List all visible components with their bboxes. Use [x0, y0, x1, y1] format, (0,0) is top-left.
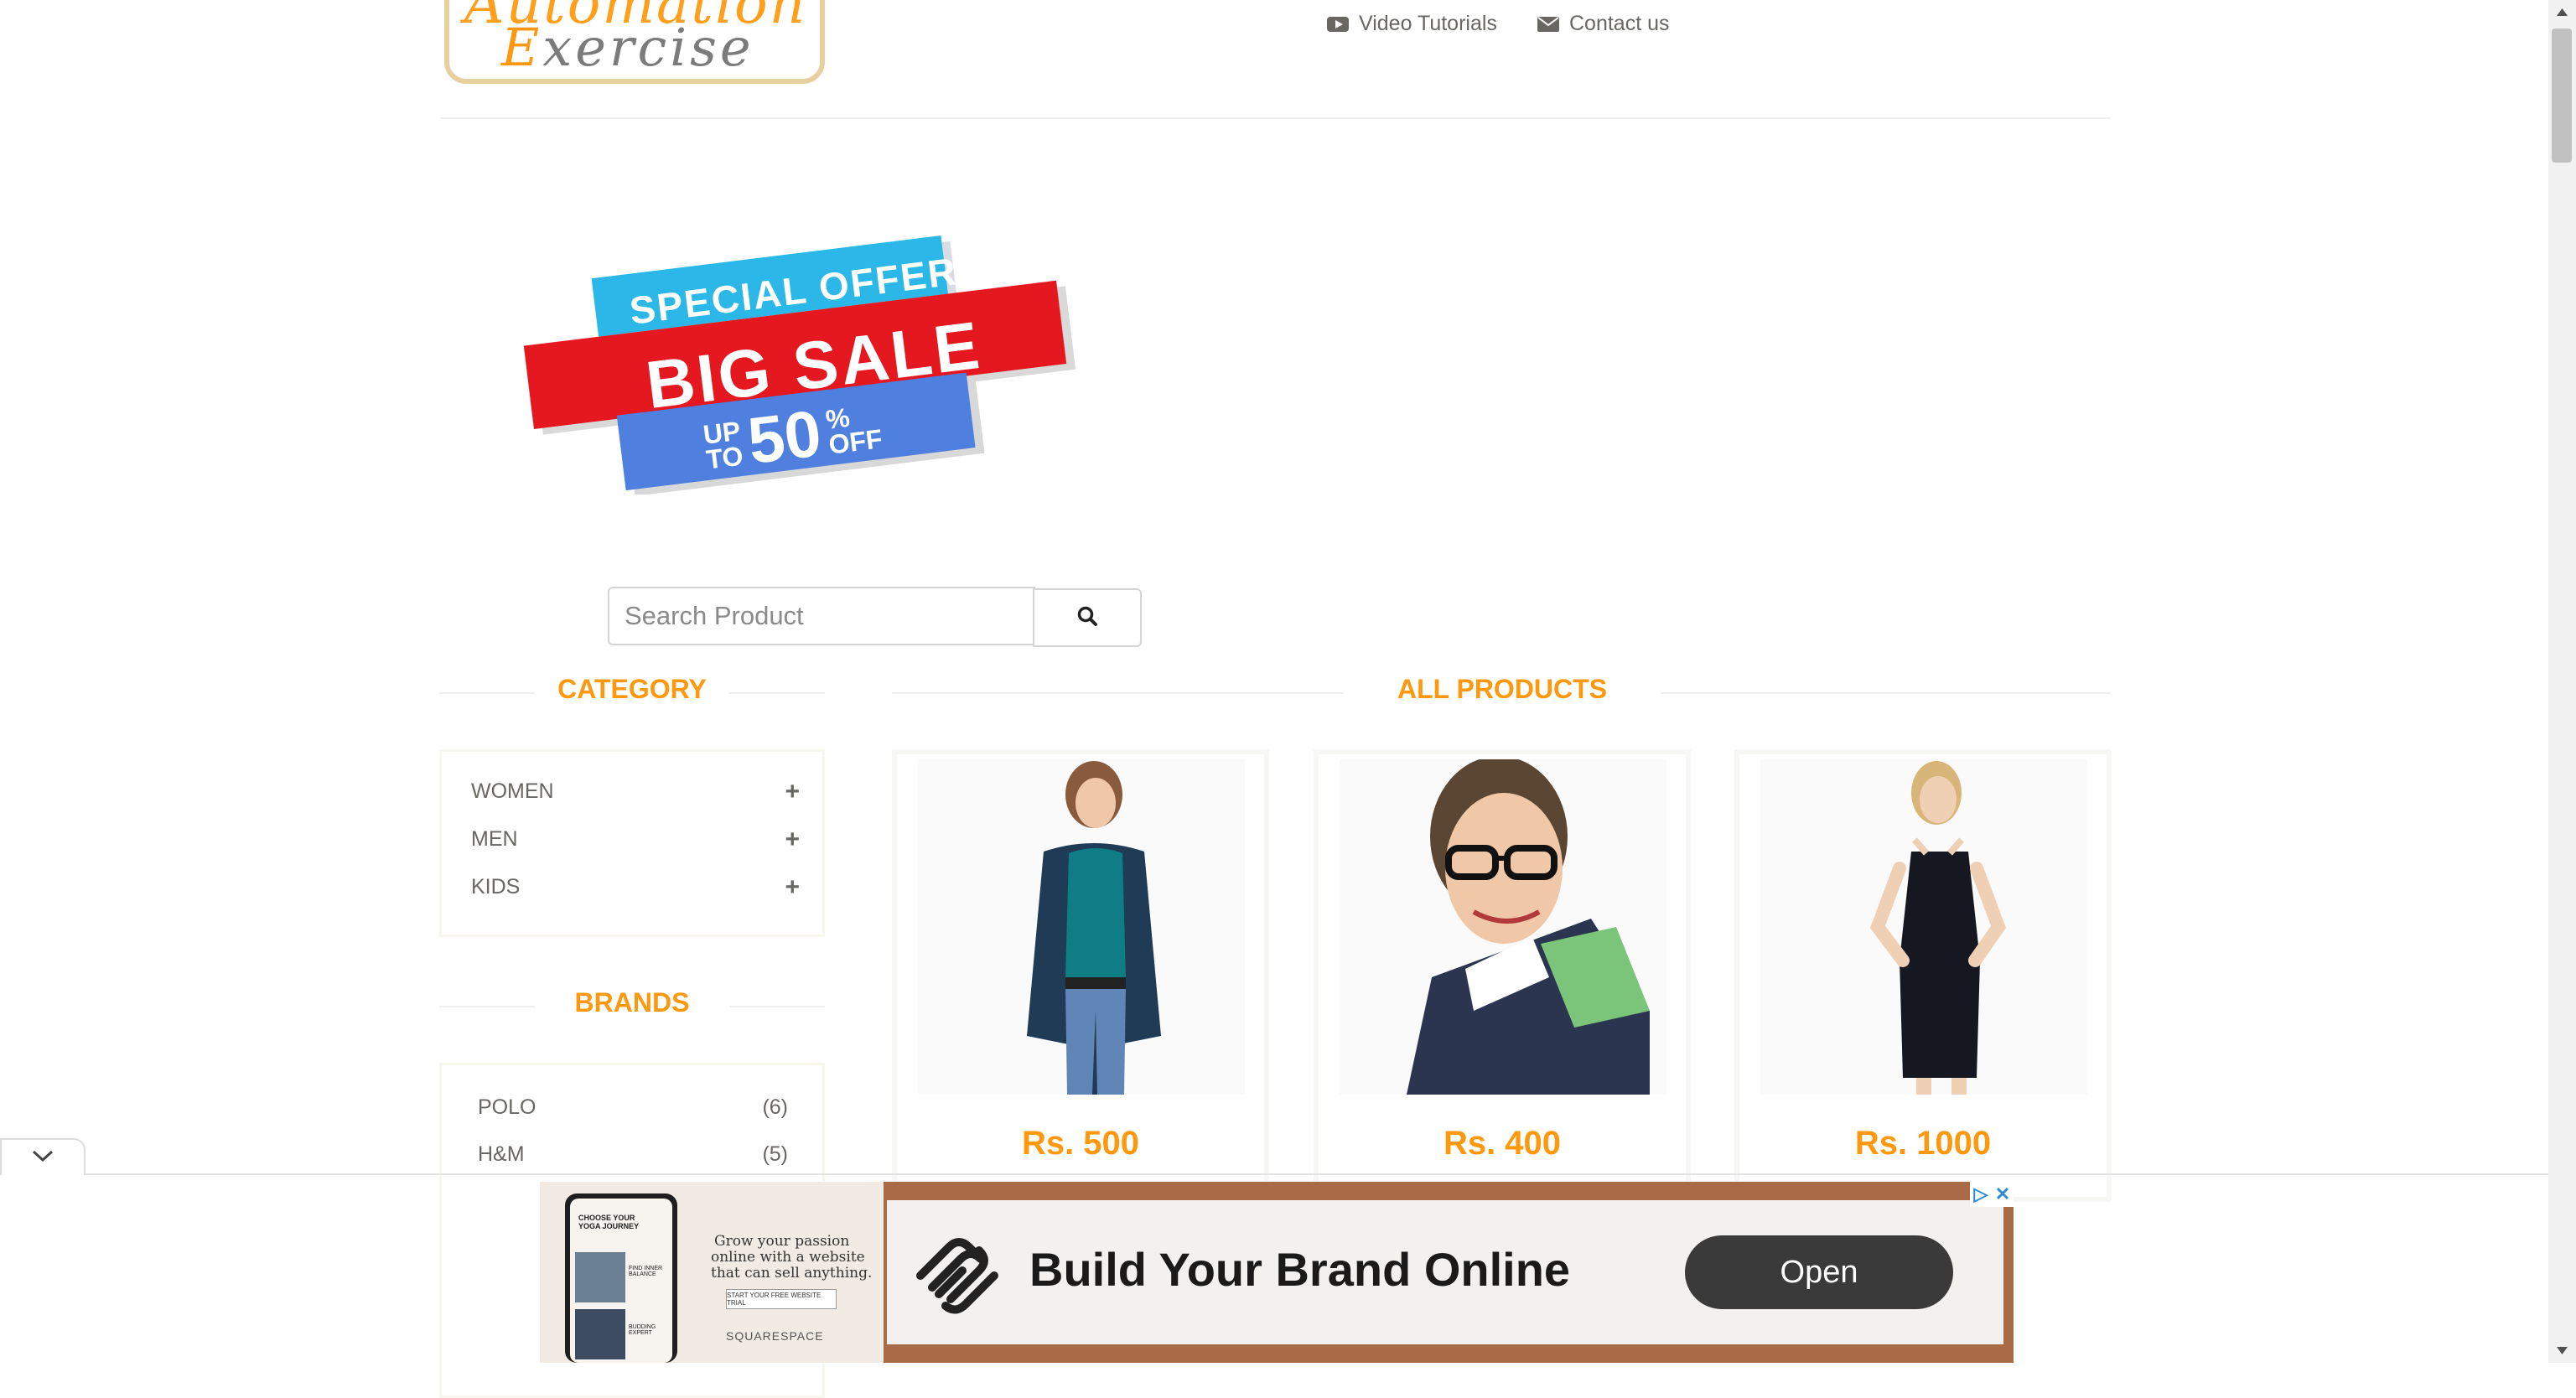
ad-info-icon[interactable]: ▷ [1970, 1182, 1992, 1207]
brands-title-rule-right [729, 1006, 825, 1007]
ad-banner[interactable]: CHOOSE YOUR YOGA JOURNEY FIND INNER BALA… [540, 1182, 2014, 1363]
scroll-up-icon[interactable] [2548, 0, 2576, 25]
close-icon[interactable]: ✕ [1992, 1182, 2014, 1207]
ad-creative-left[interactable]: CHOOSE YOUR YOGA JOURNEY FIND INNER BALA… [540, 1182, 884, 1363]
plus-icon[interactable]: + [785, 826, 800, 854]
search-button[interactable] [1033, 588, 1142, 647]
envelope-icon [1537, 16, 1559, 33]
product-price: Rs. 1000 [1854, 1125, 1992, 1162]
nav-video-tutorials[interactable]: Video Tutorials [1327, 12, 1497, 36]
category-title-rule-left [439, 692, 535, 694]
ad-brand-label: SQUARESPACE [726, 1329, 824, 1343]
ad-collapse-button[interactable] [0, 1138, 86, 1175]
special-offer-banner: SPECIAL OFFER BIG SALE UP TO 50 % OFF [520, 235, 1090, 496]
brand-count: (6) [762, 1095, 788, 1119]
ad-phone-item: BUDDING EXPERT [629, 1324, 656, 1336]
brand-item-polo[interactable]: POLO (6) [478, 1095, 788, 1120]
category-item-men[interactable]: MEN + [471, 826, 806, 854]
search-input[interactable] [608, 587, 1035, 645]
product-price: Rs. 400 [1443, 1125, 1562, 1162]
brands-title: Brands [574, 987, 690, 1017]
ad-phone-mockup: CHOOSE YOUR YOGA JOURNEY FIND INNER BALA… [565, 1193, 677, 1363]
nav-video-tutorials-label: Video Tutorials [1359, 12, 1497, 35]
youtube-icon [1327, 15, 1349, 34]
all-products-title: All Products [1397, 674, 1608, 704]
ad-open-button[interactable]: Open [1685, 1235, 1953, 1309]
ad-phone-title: CHOOSE YOUR YOGA JOURNEY [578, 1214, 640, 1230]
ad-phone-photo [575, 1252, 625, 1302]
ad-creative-main[interactable]: Build Your Brand Online Open [887, 1200, 2003, 1344]
squarespace-logo-icon [907, 1230, 1008, 1318]
site-logo[interactable]: Automation Exercise [444, 0, 825, 84]
plus-icon[interactable]: + [785, 778, 800, 806]
product-image[interactable] [1760, 759, 2087, 1095]
products-title-rule-left [892, 692, 1343, 694]
category-item-kids[interactable]: KIDS + [471, 873, 806, 902]
product-price: Rs. 500 [1021, 1125, 1140, 1162]
brand-count: (5) [762, 1142, 788, 1166]
scrollbar-track[interactable] [2548, 0, 2576, 1363]
chevron-down-icon [31, 1149, 54, 1167]
ad-left-text: online with a website [711, 1249, 865, 1266]
category-panel: WOMEN + MEN + KIDS + [439, 749, 825, 937]
scrollbar-thumb[interactable] [2552, 28, 2572, 163]
category-label: WOMEN [471, 779, 554, 803]
ad-left-text: that can sell anything. [711, 1265, 873, 1282]
brand-label: POLO [478, 1095, 536, 1119]
ad-headline: Build Your Brand Online [1029, 1243, 1571, 1296]
product-image[interactable] [918, 759, 1245, 1095]
category-label: MEN [471, 827, 518, 851]
search-icon [1076, 605, 1098, 631]
brand-item-hm[interactable]: H&M (5) [478, 1142, 788, 1167]
products-title-rule-right [1661, 692, 2111, 694]
ad-badges: ▷ ✕ [1970, 1182, 2014, 1207]
ad-phone-item: FIND INNER BALANCE [629, 1266, 663, 1277]
nav-contact-us[interactable]: Contact us [1537, 12, 1670, 36]
product-card[interactable]: Rs. 400 [1314, 749, 1691, 1202]
plus-icon[interactable]: + [785, 873, 800, 902]
category-title: Category [557, 674, 707, 704]
ad-left-text: Grow your passion [714, 1233, 850, 1250]
ad-divider [0, 1173, 2548, 1175]
ad-phone-photo [575, 1309, 625, 1359]
nav-contact-us-label: Contact us [1569, 12, 1670, 35]
scroll-down-icon[interactable] [2548, 1338, 2576, 1363]
ad-small-cta[interactable]: START YOUR FREE WEBSITE TRIAL [726, 1289, 837, 1309]
category-label: KIDS [471, 875, 521, 898]
brand-label: H&M [478, 1142, 525, 1166]
product-card[interactable]: Rs. 1000 [1734, 749, 2112, 1202]
logo-line2: Exercise [501, 17, 754, 78]
brands-title-rule-left [439, 1006, 535, 1007]
product-card[interactable]: Rs. 500 [892, 749, 1269, 1202]
product-image[interactable] [1340, 759, 1666, 1095]
category-title-rule-right [729, 692, 825, 694]
header-divider [440, 117, 2111, 119]
category-item-women[interactable]: WOMEN + [471, 778, 806, 806]
